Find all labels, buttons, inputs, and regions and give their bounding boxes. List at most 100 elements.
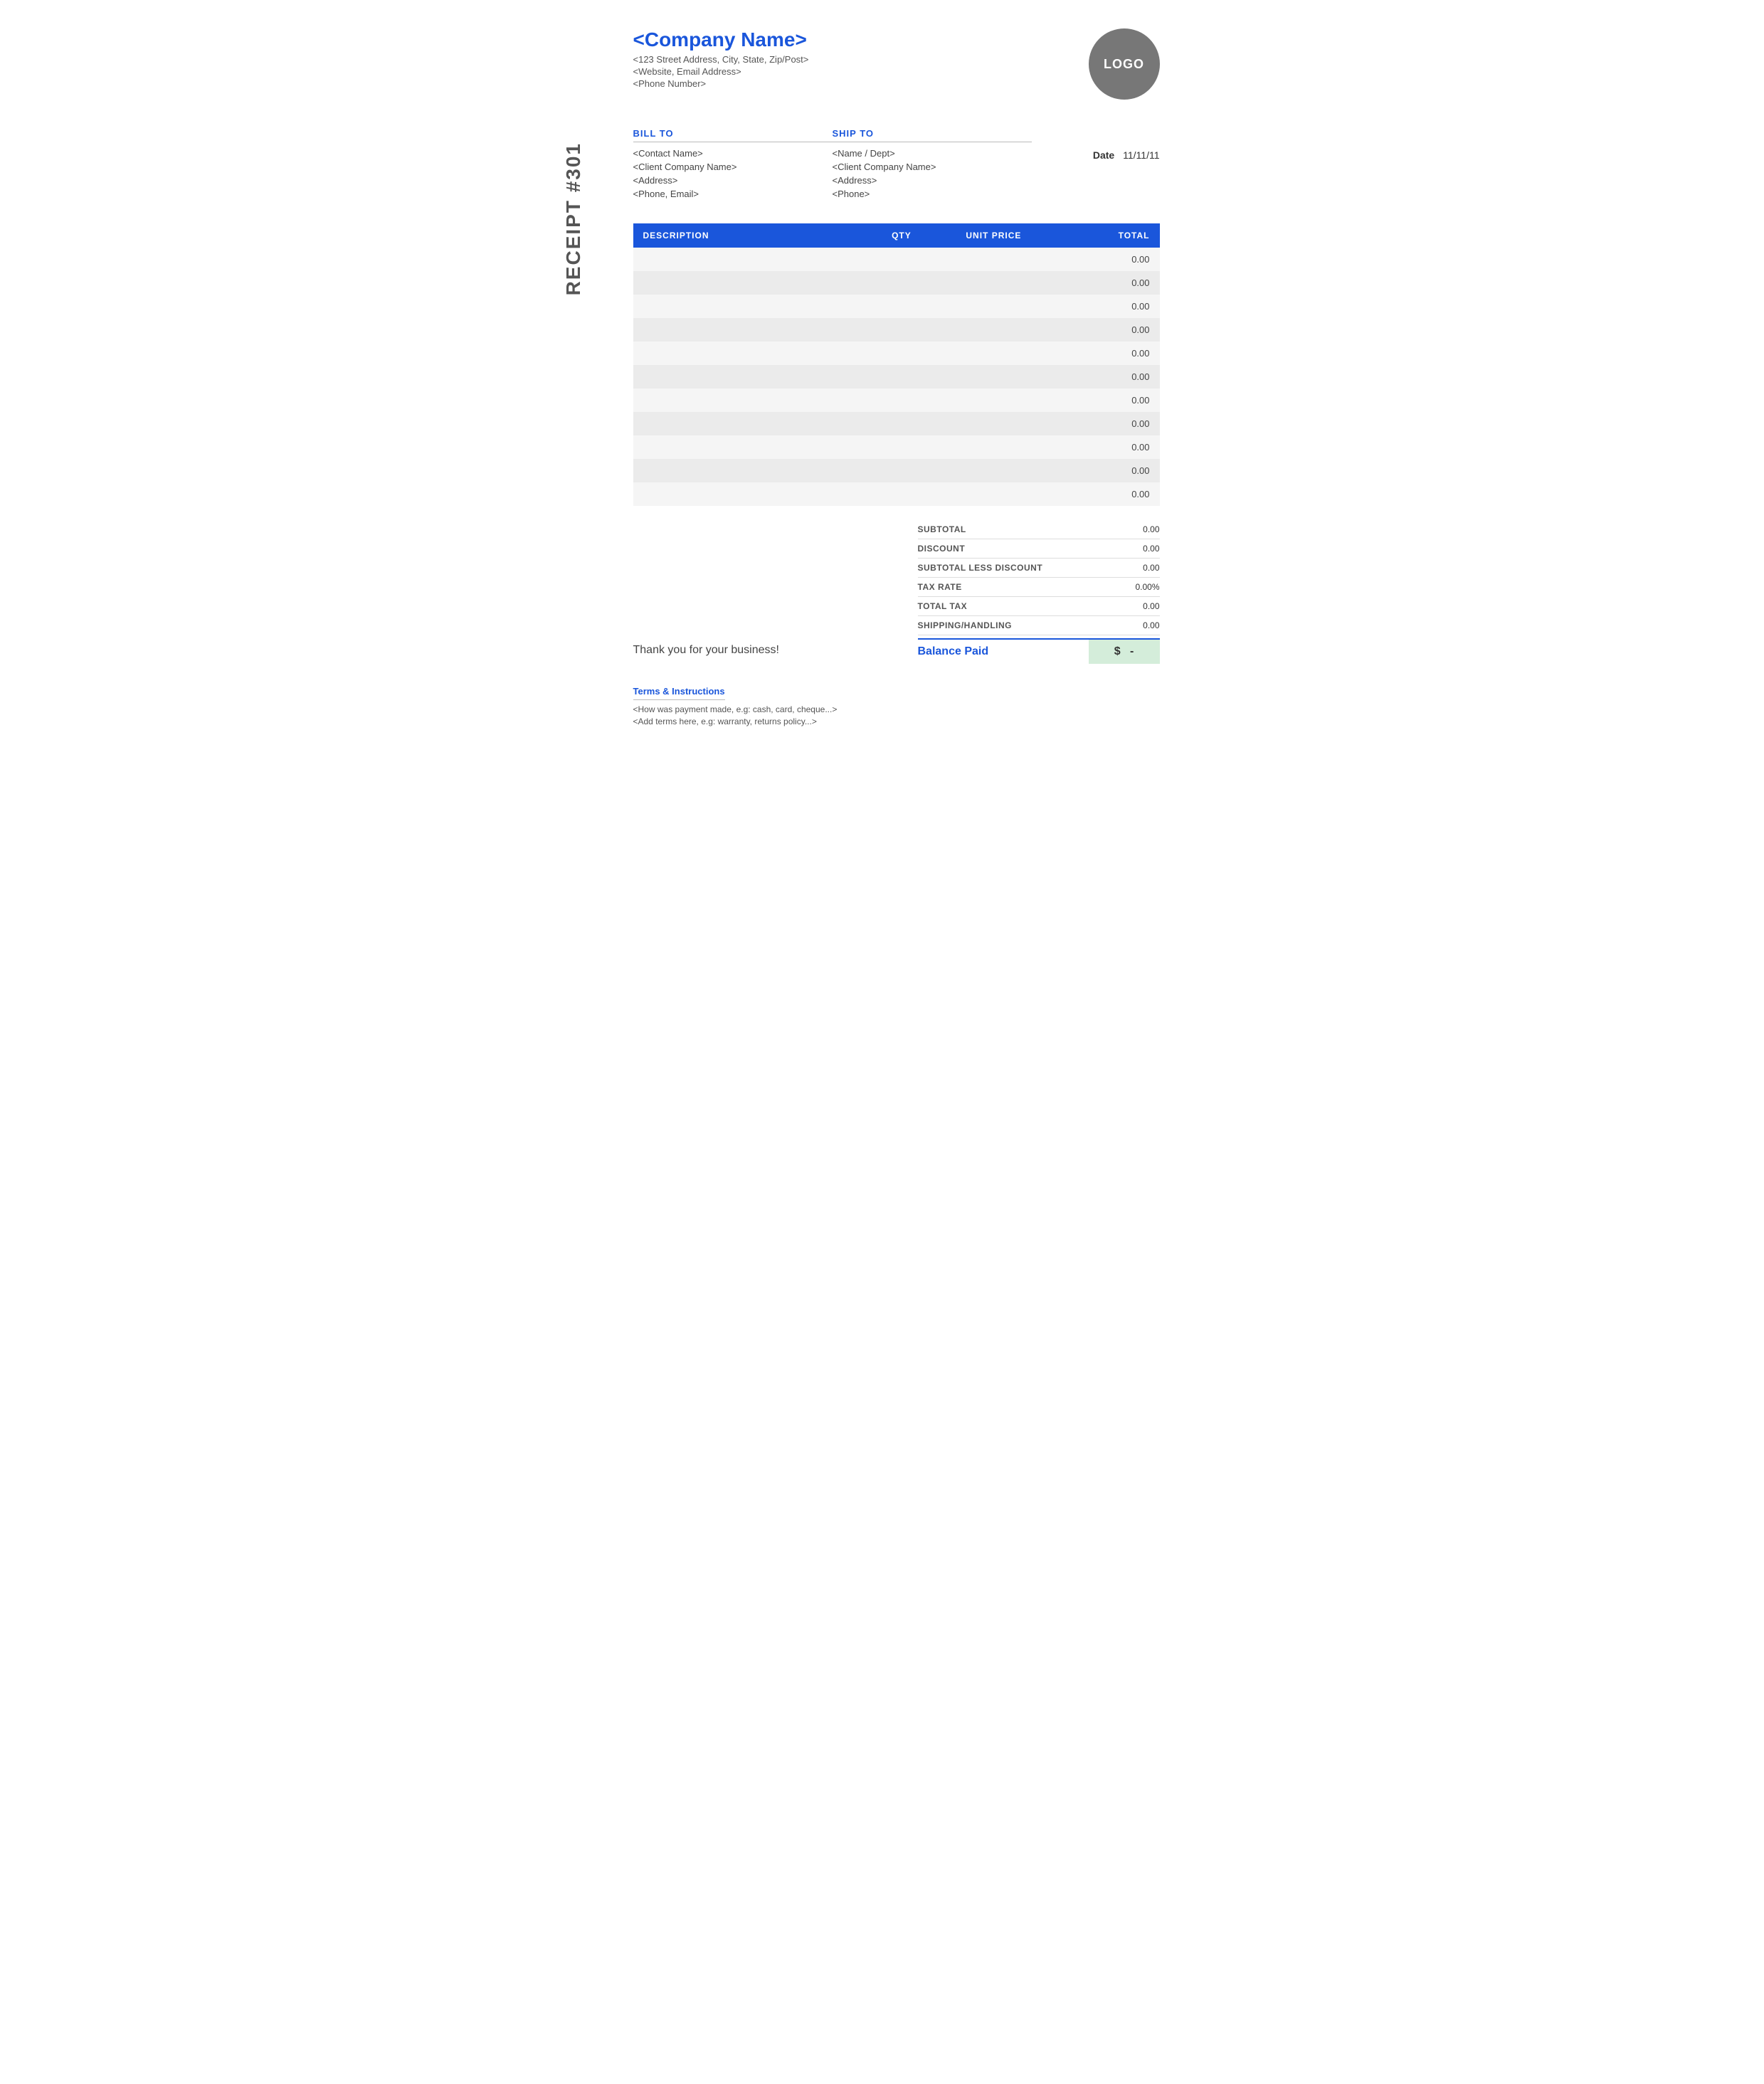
company-website: <Website, Email Address> — [633, 66, 809, 77]
cell-qty — [870, 365, 934, 388]
cell-unit-price — [933, 342, 1054, 365]
date-label: Date — [1093, 149, 1114, 161]
discount-value: 0.00 — [1117, 544, 1160, 554]
ship-to-section: SHIP TO <Name / Dept> <Client Company Na… — [833, 128, 1032, 202]
cell-total: 0.00 — [1054, 459, 1159, 482]
col-unit-price: UNIT PRICE — [933, 223, 1054, 248]
bill-contact: <Contact Name> — [633, 148, 833, 159]
table-row: 0.00 — [633, 248, 1160, 271]
cell-qty — [870, 482, 934, 506]
company-phone: <Phone Number> — [633, 78, 809, 89]
bill-company: <Client Company Name> — [633, 162, 833, 172]
bill-to-label: BILL TO — [633, 128, 833, 142]
cell-total: 0.00 — [1054, 342, 1159, 365]
table-row: 0.00 — [633, 412, 1160, 435]
table-row: 0.00 — [633, 295, 1160, 318]
col-qty: QTY — [870, 223, 934, 248]
cell-unit-price — [933, 271, 1054, 295]
terms-title: Terms & Instructions — [633, 686, 725, 700]
total-tax-label: TOTAL TAX — [918, 601, 968, 611]
subtotal-row: SUBTOTAL 0.00 — [918, 520, 1160, 539]
company-info: <Company Name> <123 Street Address, City… — [633, 28, 809, 90]
totals-area: SUBTOTAL 0.00 DISCOUNT 0.00 SUBTOTAL LES… — [918, 520, 1160, 664]
cell-description — [633, 412, 870, 435]
cell-unit-price — [933, 435, 1054, 459]
cell-qty — [870, 295, 934, 318]
billing-shipping-section: BILL TO <Contact Name> <Client Company N… — [633, 128, 1160, 202]
cell-unit-price — [933, 248, 1054, 271]
cell-unit-price — [933, 318, 1054, 342]
terms-line-1: <How was payment made, e.g: cash, card, … — [633, 704, 1160, 714]
cell-description — [633, 482, 870, 506]
company-name: <Company Name> — [633, 28, 809, 51]
table-row: 0.00 — [633, 365, 1160, 388]
header: <Company Name> <123 Street Address, City… — [633, 28, 1160, 100]
subtotal-label: SUBTOTAL — [918, 524, 966, 534]
table-header-row: DESCRIPTION QTY UNIT PRICE TOTAL — [633, 223, 1160, 248]
cell-qty — [870, 435, 934, 459]
cell-qty — [870, 342, 934, 365]
cell-unit-price — [933, 412, 1054, 435]
cell-unit-price — [933, 388, 1054, 412]
table-row: 0.00 — [633, 342, 1160, 365]
cell-qty — [870, 388, 934, 412]
balance-paid-value-box: $ - — [1089, 640, 1160, 664]
cell-unit-price — [933, 295, 1054, 318]
bottom-section: Thank you for your business! SUBTOTAL 0.… — [633, 520, 1160, 664]
cell-total: 0.00 — [1054, 248, 1159, 271]
cell-description — [633, 342, 870, 365]
receipt-page: RECEIPT #301 <Company Name> <123 Street … — [562, 0, 1203, 757]
cell-total: 0.00 — [1054, 412, 1159, 435]
balance-paid-label: Balance Paid — [918, 640, 989, 664]
ship-name-dept: <Name / Dept> — [833, 148, 1032, 159]
ship-phone: <Phone> — [833, 189, 1032, 199]
cell-qty — [870, 459, 934, 482]
terms-line-2: <Add terms here, e.g: warranty, returns … — [633, 716, 1160, 726]
cell-total: 0.00 — [1054, 318, 1159, 342]
bill-address: <Address> — [633, 175, 833, 186]
table-row: 0.00 — [633, 435, 1160, 459]
receipt-label: RECEIPT #301 — [562, 142, 588, 295]
cell-qty — [870, 412, 934, 435]
cell-total: 0.00 — [1054, 388, 1159, 412]
cell-unit-price — [933, 459, 1054, 482]
table-row: 0.00 — [633, 271, 1160, 295]
total-tax-value: 0.00 — [1117, 601, 1160, 611]
balance-value: - — [1130, 645, 1134, 657]
subtotal-less-discount-row: SUBTOTAL LESS DISCOUNT 0.00 — [918, 559, 1160, 578]
table-row: 0.00 — [633, 482, 1160, 506]
cell-total: 0.00 — [1054, 482, 1159, 506]
items-table: DESCRIPTION QTY UNIT PRICE TOTAL 0.000.0… — [633, 223, 1160, 506]
ship-address: <Address> — [833, 175, 1032, 186]
ship-company: <Client Company Name> — [833, 162, 1032, 172]
bill-phone-email: <Phone, Email> — [633, 189, 833, 199]
cell-qty — [870, 248, 934, 271]
subtotal-value: 0.00 — [1117, 524, 1160, 534]
cell-description — [633, 388, 870, 412]
tax-rate-label: TAX RATE — [918, 582, 962, 592]
balance-currency: $ — [1114, 645, 1121, 657]
col-total: TOTAL — [1054, 223, 1159, 248]
table-row: 0.00 — [633, 388, 1160, 412]
date-row: Date 11/11/11 — [1093, 149, 1160, 161]
ship-to-label: SHIP TO — [833, 128, 1032, 142]
cell-qty — [870, 318, 934, 342]
cell-description — [633, 459, 870, 482]
col-description: DESCRIPTION — [633, 223, 870, 248]
table-header: DESCRIPTION QTY UNIT PRICE TOTAL — [633, 223, 1160, 248]
thank-you-message: Thank you for your business! — [633, 520, 904, 664]
table-row: 0.00 — [633, 459, 1160, 482]
cell-description — [633, 365, 870, 388]
shipping-label: SHIPPING/HANDLING — [918, 620, 1013, 630]
shipping-row: SHIPPING/HANDLING 0.00 — [918, 616, 1160, 635]
company-logo: LOGO — [1089, 28, 1160, 100]
cell-description — [633, 295, 870, 318]
cell-total: 0.00 — [1054, 271, 1159, 295]
cell-total: 0.00 — [1054, 295, 1159, 318]
cell-description — [633, 318, 870, 342]
balance-paid-row: Balance Paid $ - — [918, 638, 1160, 664]
shipping-value: 0.00 — [1117, 620, 1160, 630]
cell-qty — [870, 271, 934, 295]
table-body: 0.000.000.000.000.000.000.000.000.000.00… — [633, 248, 1160, 506]
cell-unit-price — [933, 482, 1054, 506]
